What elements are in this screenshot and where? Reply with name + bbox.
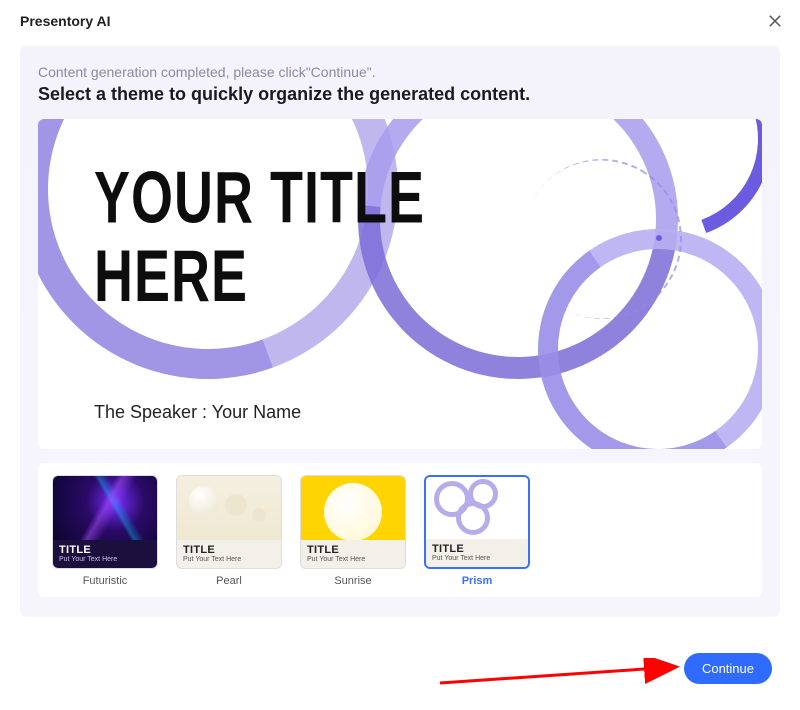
close-button[interactable] xyxy=(764,10,786,32)
theme-list: TITLEPut Your Text HereFuturisticTITLEPu… xyxy=(38,463,762,597)
theme-option-sunrise[interactable]: TITLEPut Your Text Here Sunrise xyxy=(300,475,406,587)
theme-label: Pearl xyxy=(216,575,242,587)
thumb-subtitle: Put Your Text Here xyxy=(59,556,151,563)
close-icon xyxy=(768,14,782,28)
annotation-arrow xyxy=(438,658,688,688)
theme-thumbnail: TITLEPut Your Text Here xyxy=(424,475,530,569)
thumb-subtitle: Put Your Text Here xyxy=(432,555,522,562)
thumb-caption: TITLEPut Your Text Here xyxy=(177,540,281,568)
theme-preview: YOUR TITLE HERE The Speaker : Your Name xyxy=(38,119,762,449)
thumb-title: TITLE xyxy=(183,544,275,556)
thumb-caption: TITLEPut Your Text Here xyxy=(426,539,528,567)
theme-option-prism[interactable]: TITLEPut Your Text Here Prism xyxy=(424,475,530,587)
theme-label: Futuristic xyxy=(83,575,128,587)
thumb-subtitle: Put Your Text Here xyxy=(307,556,399,563)
main-panel: Content generation completed, please cli… xyxy=(20,46,780,617)
theme-thumbnail: TITLEPut Your Text Here xyxy=(300,475,406,569)
thumb-subtitle: Put Your Text Here xyxy=(183,556,275,563)
status-text: Content generation completed, please cli… xyxy=(38,64,762,80)
theme-thumbnail: TITLEPut Your Text Here xyxy=(176,475,282,569)
footer: Continue xyxy=(684,653,772,684)
thumb-caption: TITLEPut Your Text Here xyxy=(53,540,157,568)
preview-title: YOUR TITLE HERE xyxy=(94,159,425,316)
theme-thumbnail: TITLEPut Your Text Here xyxy=(52,475,158,569)
decorative-dot xyxy=(656,235,662,241)
app-title: Presentory AI xyxy=(20,13,111,29)
titlebar: Presentory AI xyxy=(0,0,800,40)
theme-option-futuristic[interactable]: TITLEPut Your Text Here Futuristic xyxy=(52,475,158,587)
theme-art xyxy=(426,477,528,539)
thumb-title: TITLE xyxy=(307,544,399,556)
theme-art xyxy=(177,476,281,540)
continue-button[interactable]: Continue xyxy=(684,653,772,684)
thumb-title: TITLE xyxy=(432,543,522,555)
instruction-text: Select a theme to quickly organize the g… xyxy=(38,84,762,105)
theme-art xyxy=(53,476,157,540)
thumb-title: TITLE xyxy=(59,544,151,556)
theme-label: Sunrise xyxy=(334,575,371,587)
thumb-caption: TITLEPut Your Text Here xyxy=(301,540,405,568)
theme-art xyxy=(301,476,405,540)
theme-option-pearl[interactable]: TITLEPut Your Text Here Pearl xyxy=(176,475,282,587)
theme-label: Prism xyxy=(462,575,493,587)
preview-speaker: The Speaker : Your Name xyxy=(94,402,301,423)
